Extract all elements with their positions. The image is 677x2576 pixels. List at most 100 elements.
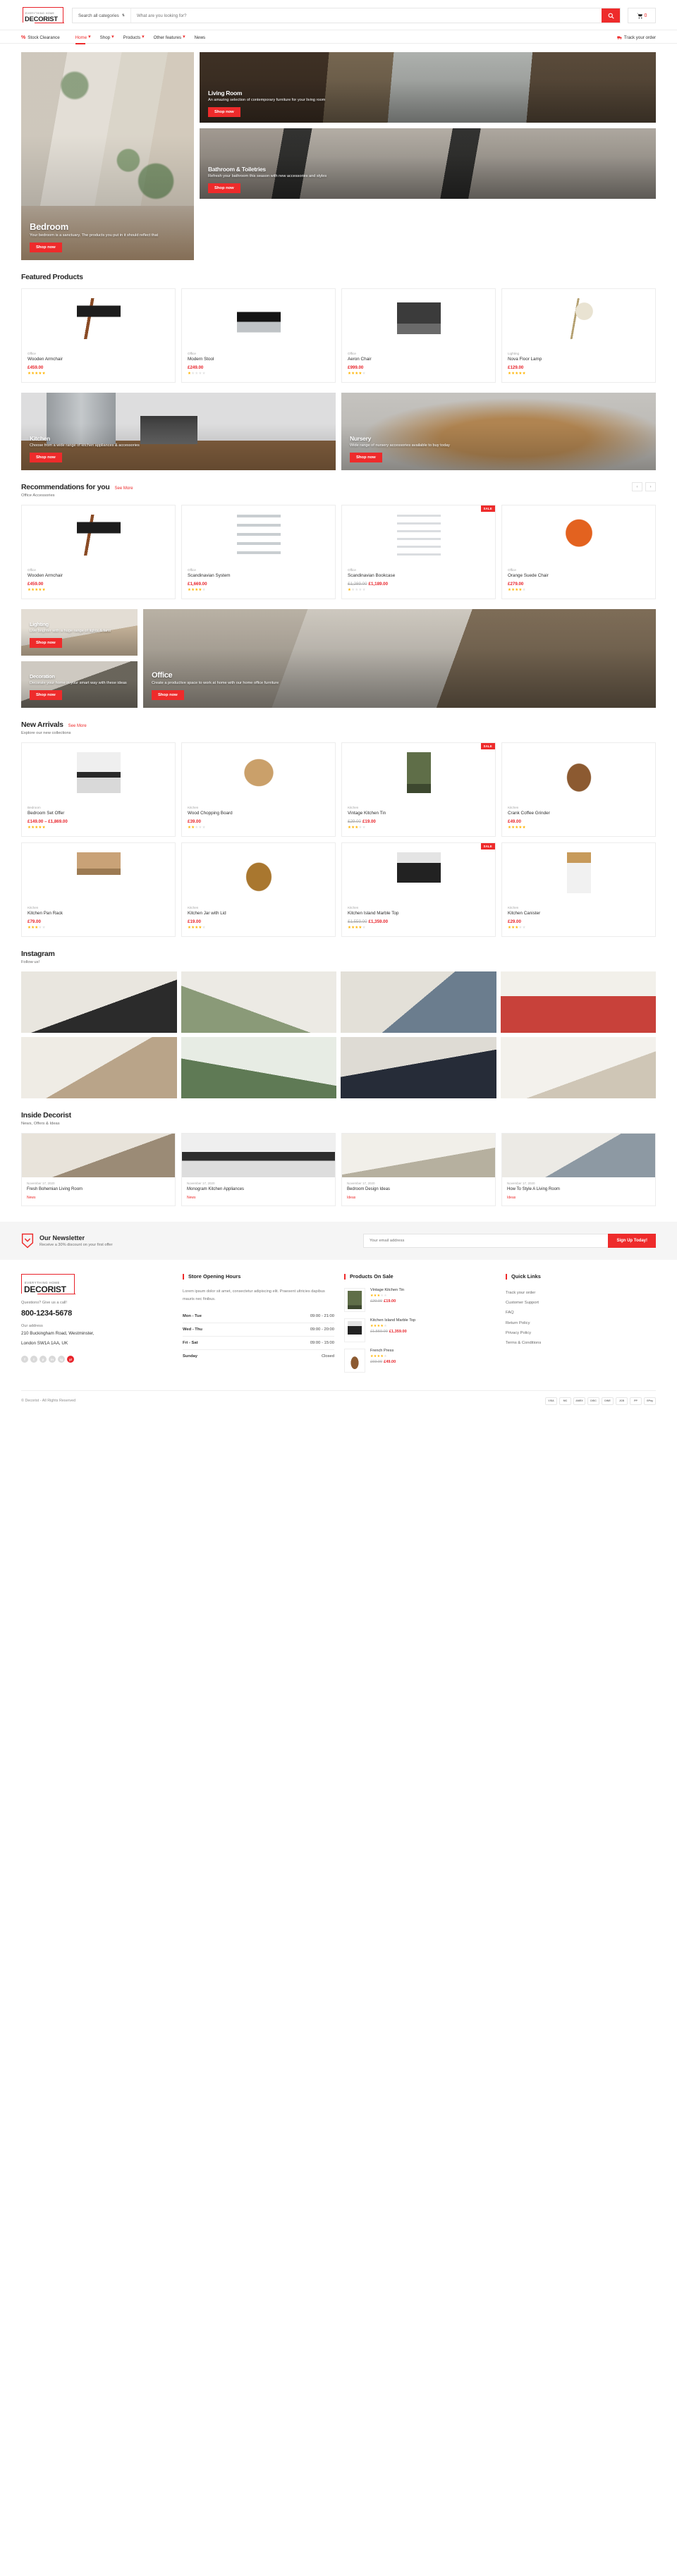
banner-decoration-shop-now-button[interactable]: Shop now (30, 690, 62, 700)
nav-item-other-features[interactable]: Other features ▾ (154, 35, 185, 40)
product-card[interactable]: SALE Kitchen Vintage Kitchen Tin £29.00 £19.… (341, 742, 496, 837)
footer-sale-item[interactable]: French Press ★★★★★ £69.00 £49.00 (344, 1348, 496, 1373)
product-card[interactable]: Office Modern Stool £249.00 ★★★★★ (181, 288, 336, 383)
blog-post-card[interactable]: November 17, 2020 Monogram Kitchen Applia… (181, 1133, 336, 1206)
opening-hours-day: Wed - Thu (183, 1327, 202, 1332)
product-card[interactable]: Kitchen Kitchen Pan Rack £79.00 ★★★★★ (21, 842, 176, 937)
instagram-photo[interactable] (341, 1037, 496, 1098)
banner-kitchen[interactable]: Kitchen Choose from a wide range of kitc… (21, 393, 336, 470)
nav-item-news-label: News (194, 35, 206, 40)
search-button[interactable] (602, 8, 620, 23)
instagram-photo[interactable] (21, 1037, 177, 1098)
banner-nursery[interactable]: Nursery Wide range of nursery accessorie… (341, 393, 656, 470)
product-card[interactable]: SALE Kitchen Kitchen Island Marble Top £1,5… (341, 842, 496, 937)
instagram-photo[interactable] (500, 971, 656, 1033)
social-yt-icon[interactable]: yt (67, 1356, 74, 1363)
footer-quick-link[interactable]: Privacy Policy (506, 1328, 656, 1338)
social-ig-icon[interactable]: ig (58, 1356, 65, 1363)
product-price: £999.00 (348, 365, 364, 370)
social-p-icon[interactable]: p (39, 1356, 47, 1363)
footer-bottom-bar: © Decorist - All Rights Reserved VISA MC A… (21, 1390, 656, 1415)
blog-post-card[interactable]: November 17, 2020 Fresh Bohemian Living R… (21, 1133, 176, 1206)
footer-quick-link[interactable]: Track your order (506, 1288, 656, 1298)
blog-post-card[interactable]: November 17, 2020 Bedroom Design Ideas Ide… (341, 1133, 496, 1206)
carousel-next-button[interactable]: › (645, 482, 656, 491)
banner-office[interactable]: Office Create a productive space to work… (143, 609, 656, 708)
footer-quick-link[interactable]: Customer Support (506, 1298, 656, 1308)
footer-sale-item[interactable]: Kitchen Island Marble Top ★★★★★ £1,559.00 £… (344, 1318, 496, 1342)
product-card[interactable]: Kitchen Kitchen Canister £29.00 ★★★★★ (501, 842, 656, 937)
product-rating: ★★★★★ (508, 588, 649, 592)
footer-logo[interactable]: EVERYTHING HOME DECORIST (21, 1273, 76, 1295)
blog-subtitle: News, Offers & Ideas (21, 1122, 60, 1126)
nav-item-home[interactable]: Home ▾ (75, 35, 91, 44)
recommendations-see-more-link[interactable]: See More (115, 486, 133, 491)
nav-stock-clearance[interactable]: % Stock Clearance (21, 35, 60, 40)
social-f-icon[interactable]: f (21, 1356, 28, 1363)
product-old-price: £1,289.00 (348, 582, 367, 587)
banner-living-room-shop-now-button[interactable]: Shop now (208, 107, 240, 117)
site-logo[interactable]: EVERYTHING HOME DECORIST (23, 7, 65, 24)
footer-sale-price: £49.00 (384, 1359, 396, 1364)
banner-living-room[interactable]: Living Room An amazing selection of cont… (200, 52, 656, 123)
banner-bathroom[interactable]: Bathroom & Toiletries Refresh your bathr… (200, 128, 656, 199)
product-card[interactable]: Kitchen Kitchen Jar with Lid £19.00 ★★★★★ (181, 842, 336, 937)
nav-item-news[interactable]: News (195, 35, 205, 40)
product-category: Kitchen (188, 906, 199, 909)
product-card[interactable]: Kitchen Wood Chopping Board £39.00 ★★★★★ (181, 742, 336, 837)
product-card[interactable]: Office Scandinavian System £1,669.00 ★★★★★ (181, 505, 336, 599)
product-old-price: £29.00 (348, 819, 361, 824)
newsletter-signup-button[interactable]: Sign Up Today! (608, 1233, 656, 1248)
banner-bedroom[interactable]: Bedroom Your bedroom is a sanctuary. The… (21, 52, 194, 260)
banner-decoration[interactable]: Decoration Decorate your home in your sm… (21, 661, 138, 708)
banner-lighting-shop-now-button[interactable]: Shop now (30, 638, 62, 648)
blog-post-tag[interactable]: News (27, 1196, 170, 1200)
blog-post-tag[interactable]: Ideas (347, 1196, 490, 1200)
nav-item-shop[interactable]: Shop ▾ (100, 35, 114, 40)
banner-kitchen-shop-now-button[interactable]: Shop now (30, 453, 62, 462)
blog-post-card[interactable]: November 17, 2020 How To Style A Living R… (501, 1133, 656, 1206)
instagram-photo[interactable] (341, 971, 496, 1033)
product-price-row: £129.00 (508, 365, 649, 370)
instagram-photo[interactable] (21, 971, 177, 1033)
instagram-photo[interactable] (181, 971, 336, 1033)
social-in-icon[interactable]: in (49, 1356, 56, 1363)
carousel-prev-button[interactable]: ‹ (632, 482, 642, 491)
search-input[interactable] (130, 8, 602, 23)
footer-quick-link[interactable]: FAQ (506, 1308, 656, 1318)
product-card[interactable]: Office Aeron Chair £999.00 ★★★★★ (341, 288, 496, 383)
blog-post-tag[interactable]: Ideas (507, 1196, 650, 1200)
product-price-row: £149.00 – £1,869.00 (28, 819, 169, 824)
product-card[interactable]: Office Wooden Armchair £459.00 ★★★★★ (21, 505, 176, 599)
social-t-icon[interactable]: t (30, 1356, 37, 1363)
banner-nursery-shop-now-button[interactable]: Shop now (350, 453, 382, 462)
cart-button[interactable]: 0 (628, 8, 656, 23)
instagram-photo[interactable] (500, 1037, 656, 1098)
footer-sale-price-row: £1,559.00 £1,359.00 (370, 1330, 415, 1334)
product-rating: ★★★★★ (348, 826, 489, 830)
nav-item-products[interactable]: Products ▾ (123, 35, 145, 40)
instagram-grid (21, 971, 656, 1098)
search-category-select[interactable]: Search all categories ⇅ (73, 8, 131, 23)
instagram-photo[interactable] (181, 1037, 336, 1098)
footer-sale-item[interactable]: Vintage Kitchen Tin ★★★★★ £29.00 £19.00 (344, 1287, 496, 1312)
product-card[interactable]: Lighting Nova Floor Lamp £129.00 ★★★★★ (501, 288, 656, 383)
banner-bedroom-title: Bedroom (30, 221, 68, 232)
footer-quick-link[interactable]: Return Policy (506, 1318, 656, 1328)
banner-lighting[interactable]: Lighting Live brighter with a huge range… (21, 609, 138, 656)
banner-bathroom-shop-now-button[interactable]: Shop now (208, 183, 240, 193)
footer-quick-link[interactable]: Terms & Conditions (506, 1338, 656, 1348)
nav-track-order[interactable]: Track your order (617, 35, 656, 40)
new-arrivals-see-more-link[interactable]: See More (68, 724, 87, 728)
blog-grid: November 17, 2020 Fresh Bohemian Living R… (21, 1133, 656, 1206)
banner-bedroom-shop-now-button[interactable]: Shop now (30, 243, 62, 252)
product-card[interactable]: Office Wooden Armchair £459.00 ★★★★★ (21, 288, 176, 383)
product-card[interactable]: Kitchen Crank Coffee Grinder £49.00 ★★★★★ (501, 742, 656, 837)
product-card[interactable]: Bedroom Bedroom Set Offer £149.00 – £1,869… (21, 742, 176, 837)
payment-icon: GPay (644, 1397, 656, 1405)
banner-office-shop-now-button[interactable]: Shop now (152, 690, 184, 700)
product-card[interactable]: SALE Office Scandinavian Bookcase £1,289.00… (341, 505, 496, 599)
product-card[interactable]: Office Orange Suede Chair £279.00 ★★★★★ (501, 505, 656, 599)
blog-post-tag[interactable]: News (187, 1196, 330, 1200)
newsletter-email-input[interactable] (363, 1233, 609, 1248)
